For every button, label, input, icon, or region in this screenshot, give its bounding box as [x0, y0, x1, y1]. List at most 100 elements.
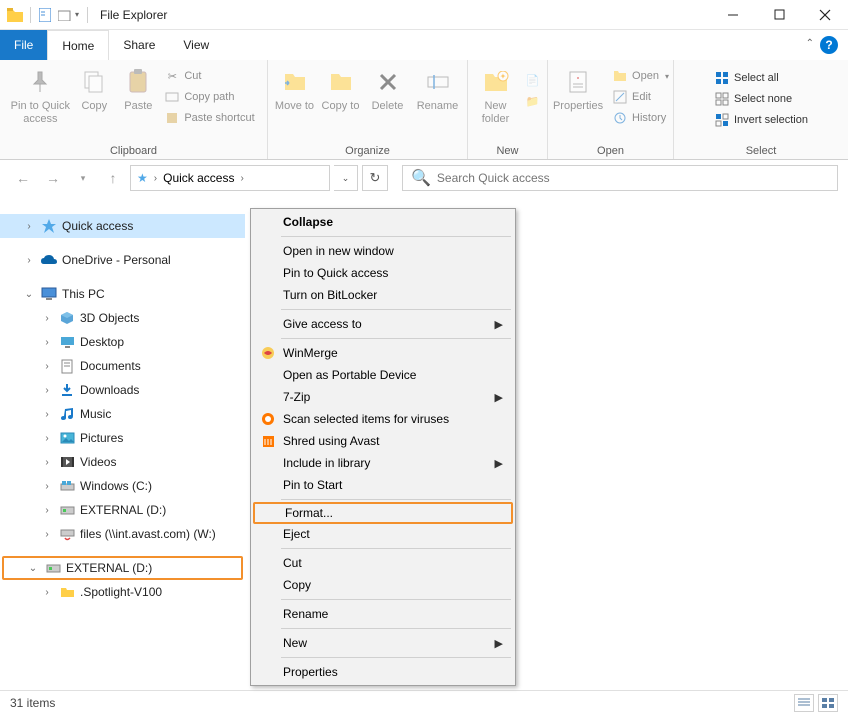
- breadcrumb-quick-access[interactable]: Quick access: [163, 171, 234, 185]
- tree-onedrive[interactable]: › OneDrive - Personal: [0, 248, 245, 272]
- search-box[interactable]: 🔍: [402, 165, 838, 191]
- collapse-icon[interactable]: ⌄: [26, 563, 40, 574]
- new-item-button[interactable]: 📄: [521, 70, 545, 90]
- expand-icon[interactable]: ›: [22, 221, 36, 232]
- invert-selection-button[interactable]: Invert selection: [710, 110, 812, 130]
- tree-external-d[interactable]: ›EXTERNAL (D:): [0, 498, 245, 522]
- paste-shortcut-button[interactable]: Paste shortcut: [160, 108, 258, 128]
- tab-file[interactable]: File: [0, 30, 47, 60]
- title-bar: ▾ File Explorer: [0, 0, 848, 30]
- tab-view[interactable]: View: [169, 30, 223, 60]
- tree-desktop[interactable]: ›Desktop: [0, 330, 245, 354]
- select-none-button[interactable]: Select none: [710, 89, 812, 109]
- onedrive-icon: [40, 251, 58, 269]
- tree-3d-objects[interactable]: ›3D Objects: [0, 306, 245, 330]
- address-dropdown[interactable]: ⌄: [334, 165, 358, 191]
- cm-portable-device[interactable]: Open as Portable Device: [253, 364, 513, 386]
- properties-button[interactable]: Properties: [548, 62, 608, 113]
- delete-button[interactable]: Delete: [364, 62, 412, 113]
- avast-scan-icon: [259, 410, 277, 428]
- cm-open-new-window[interactable]: Open in new window: [253, 240, 513, 262]
- pin-quick-access-button[interactable]: Pin to Quick access: [8, 62, 72, 126]
- forward-button[interactable]: →: [40, 165, 66, 191]
- tree-pictures[interactable]: ›Pictures: [0, 426, 245, 450]
- cm-new[interactable]: New▶: [253, 632, 513, 654]
- open-icon: [612, 68, 628, 84]
- tree-music[interactable]: ›Music: [0, 402, 245, 426]
- tree-this-pc[interactable]: ⌄ This PC: [0, 282, 245, 306]
- tree-external-d-root[interactable]: ⌄ EXTERNAL (D:): [2, 556, 243, 580]
- paste-button[interactable]: Paste: [116, 62, 160, 113]
- ribbon-group-clipboard: Pin to Quick access Copy Paste ✂Cut Copy…: [0, 60, 268, 159]
- copy-to-button[interactable]: Copy to: [318, 62, 364, 113]
- cm-include-library[interactable]: Include in library▶: [253, 452, 513, 474]
- help-icon[interactable]: ?: [820, 36, 838, 54]
- new-folder-icon[interactable]: [57, 7, 73, 23]
- cm-bitlocker[interactable]: Turn on BitLocker: [253, 284, 513, 306]
- cm-copy[interactable]: Copy: [253, 574, 513, 596]
- cm-pin-start[interactable]: Pin to Start: [253, 474, 513, 496]
- address-bar[interactable]: ★ › Quick access ›: [130, 165, 330, 191]
- recent-dropdown[interactable]: ▾: [70, 165, 96, 191]
- tree-videos[interactable]: ›Videos: [0, 450, 245, 474]
- details-view-button[interactable]: [794, 694, 814, 712]
- tree-files-w[interactable]: ›files (\\int.avast.com) (W:): [0, 522, 245, 546]
- cm-give-access[interactable]: Give access to▶: [253, 313, 513, 335]
- quick-access-star-icon: ★: [137, 171, 148, 185]
- cm-format[interactable]: Format...: [253, 502, 513, 524]
- cut-button[interactable]: ✂Cut: [160, 66, 258, 86]
- delete-icon: [372, 66, 404, 98]
- collapse-ribbon-icon[interactable]: ⌃: [806, 38, 814, 49]
- collapse-icon[interactable]: ⌄: [22, 289, 36, 300]
- music-icon: [58, 405, 76, 423]
- usb-drive-icon: [58, 501, 76, 519]
- cm-eject[interactable]: Eject: [253, 523, 513, 545]
- copy-path-button[interactable]: Copy path: [160, 87, 258, 107]
- tree-quick-access[interactable]: › Quick access: [0, 214, 245, 238]
- select-none-icon: [714, 91, 730, 107]
- maximize-button[interactable]: [756, 0, 802, 30]
- tree-spotlight[interactable]: ›.Spotlight-V100: [0, 580, 245, 604]
- cm-shred-avast[interactable]: Shred using Avast: [253, 430, 513, 452]
- back-button[interactable]: ←: [10, 165, 36, 191]
- properties-icon[interactable]: [37, 7, 53, 23]
- expand-icon[interactable]: ›: [22, 255, 36, 266]
- tab-home[interactable]: Home: [47, 30, 109, 60]
- cm-7zip[interactable]: 7-Zip▶: [253, 386, 513, 408]
- easy-access-button[interactable]: 📁: [521, 91, 545, 111]
- cm-cut[interactable]: Cut: [253, 552, 513, 574]
- move-to-button[interactable]: Move to: [272, 62, 318, 113]
- open-button[interactable]: Open▾: [608, 66, 673, 86]
- clipboard-small-buttons: ✂Cut Copy path Paste shortcut: [160, 62, 258, 128]
- cm-rename[interactable]: Rename: [253, 603, 513, 625]
- cm-pin-quick[interactable]: Pin to Quick access: [253, 262, 513, 284]
- search-input[interactable]: [437, 171, 829, 185]
- cm-properties[interactable]: Properties: [253, 661, 513, 683]
- icons-view-button[interactable]: [818, 694, 838, 712]
- close-button[interactable]: [802, 0, 848, 30]
- select-all-button[interactable]: Select all: [710, 68, 812, 88]
- cm-scan-viruses[interactable]: Scan selected items for viruses: [253, 408, 513, 430]
- cm-collapse[interactable]: Collapse: [253, 211, 513, 233]
- new-folder-button[interactable]: ✦ New folder: [471, 62, 521, 126]
- tree-windows-c[interactable]: ›Windows (C:): [0, 474, 245, 498]
- menu-tabs: File Home Share View ⌃ ?: [0, 30, 848, 60]
- tab-share[interactable]: Share: [109, 30, 169, 60]
- status-item-count: 31 items: [10, 696, 55, 710]
- minimize-button[interactable]: [710, 0, 756, 30]
- tree-downloads[interactable]: ›Downloads: [0, 378, 245, 402]
- edit-button[interactable]: Edit: [608, 87, 673, 107]
- rename-button[interactable]: Rename: [412, 62, 464, 113]
- quick-access-icon: [40, 217, 58, 235]
- refresh-button[interactable]: ↻: [362, 165, 388, 191]
- cm-separator: [281, 236, 511, 237]
- winmerge-icon: [259, 344, 277, 362]
- tree-documents[interactable]: ›Documents: [0, 354, 245, 378]
- copy-button[interactable]: Copy: [72, 62, 116, 113]
- copy-icon: [78, 66, 110, 98]
- cm-winmerge[interactable]: WinMerge: [253, 342, 513, 364]
- new-item-icon: 📄: [525, 72, 541, 88]
- history-button[interactable]: History: [608, 108, 673, 128]
- qat-dropdown-icon[interactable]: ▾: [75, 10, 79, 19]
- up-button[interactable]: ↑: [100, 165, 126, 191]
